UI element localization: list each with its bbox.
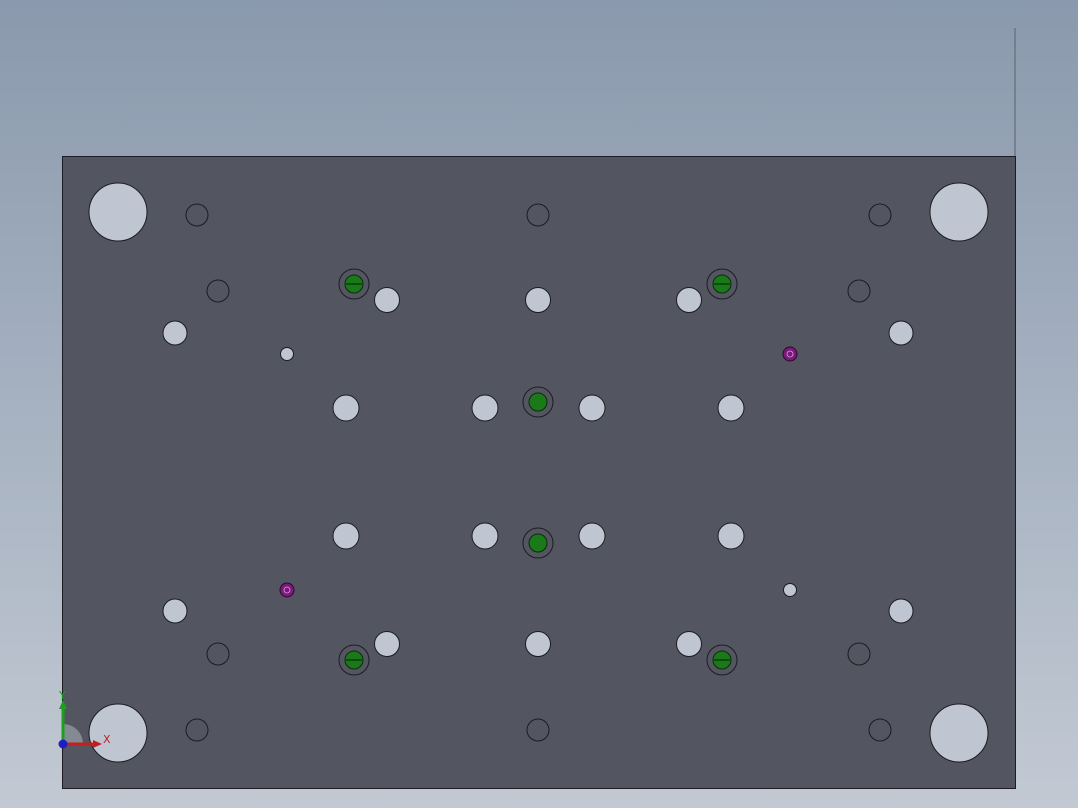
- through-hole[interactable]: [888, 320, 914, 346]
- plate-face[interactable]: [62, 156, 1016, 789]
- pin[interactable]: [782, 346, 798, 362]
- graphics-viewport[interactable]: X Y: [0, 0, 1078, 808]
- screw[interactable]: [706, 268, 738, 300]
- screw[interactable]: [338, 268, 370, 300]
- through-hole[interactable]: [162, 598, 188, 624]
- y-axis-label: Y: [58, 689, 66, 702]
- guide-hole-bottom-right[interactable]: [929, 703, 989, 763]
- through-hole[interactable]: [525, 287, 551, 313]
- screw[interactable]: [522, 527, 554, 559]
- guide-hole-top-left[interactable]: [88, 182, 148, 242]
- small-hole[interactable]: [783, 583, 797, 597]
- through-hole[interactable]: [525, 631, 551, 657]
- small-hole[interactable]: [280, 347, 294, 361]
- through-hole[interactable]: [676, 287, 702, 313]
- through-hole[interactable]: [888, 598, 914, 624]
- through-hole[interactable]: [332, 522, 360, 550]
- through-hole[interactable]: [162, 320, 188, 346]
- screw[interactable]: [338, 644, 370, 676]
- through-hole[interactable]: [717, 522, 745, 550]
- through-hole[interactable]: [578, 394, 606, 422]
- through-hole[interactable]: [374, 287, 400, 313]
- z-axis-dot: [58, 739, 68, 749]
- screw[interactable]: [706, 644, 738, 676]
- through-hole[interactable]: [471, 522, 499, 550]
- screw[interactable]: [522, 386, 554, 418]
- x-axis-label: X: [103, 733, 111, 746]
- through-hole[interactable]: [578, 522, 606, 550]
- model-view[interactable]: X Y: [0, 0, 1078, 808]
- pin[interactable]: [279, 582, 295, 598]
- through-hole[interactable]: [717, 394, 745, 422]
- through-hole[interactable]: [332, 394, 360, 422]
- through-hole[interactable]: [676, 631, 702, 657]
- guide-hole-top-right[interactable]: [929, 182, 989, 242]
- through-hole[interactable]: [374, 631, 400, 657]
- through-hole[interactable]: [471, 394, 499, 422]
- guide-hole-bottom-left[interactable]: [88, 703, 148, 763]
